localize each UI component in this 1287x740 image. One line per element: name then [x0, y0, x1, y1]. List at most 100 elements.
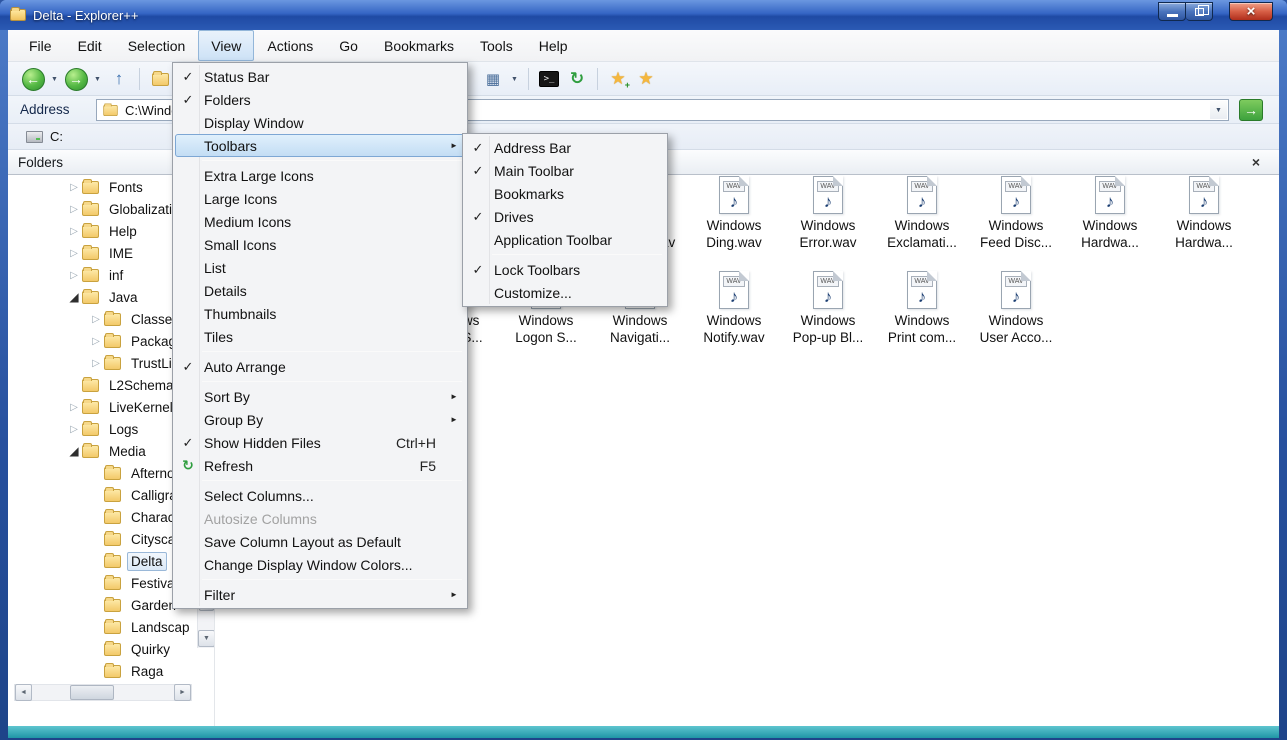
menu-item-address-bar[interactable]: ✓Address Bar: [465, 136, 665, 159]
file-item-windows-feed-disc[interactable]: WAV♪WindowsFeed Disc...: [969, 176, 1063, 251]
file-item-windows-pop-up-bl[interactable]: WAV♪WindowsPop-up Bl...: [781, 271, 875, 346]
menubar-item-go[interactable]: Go: [326, 30, 371, 61]
tree-item-media[interactable]: ◢Media: [8, 440, 198, 462]
folders-toggle-button[interactable]: [147, 65, 173, 93]
back-dropdown[interactable]: ▼: [48, 65, 61, 93]
menu-item-details[interactable]: Details: [175, 279, 465, 302]
menu-item-group-by[interactable]: Group By►: [175, 408, 465, 431]
tab-close-button[interactable]: ×: [1247, 153, 1265, 171]
go-button[interactable]: →: [1239, 99, 1263, 121]
menu-item-large-icons[interactable]: Large Icons: [175, 187, 465, 210]
tree-item-trustlib[interactable]: ▷TrustLib: [8, 352, 198, 374]
collapsed-arrow-icon[interactable]: ▷: [66, 402, 82, 413]
forward-dropdown[interactable]: ▼: [91, 65, 104, 93]
command-prompt-button[interactable]: >_: [536, 65, 562, 93]
horizontal-scroll-thumb[interactable]: [70, 685, 114, 700]
menu-item-medium-icons[interactable]: Medium Icons: [175, 210, 465, 233]
tree-item-landscap[interactable]: Landscap: [8, 616, 198, 638]
scroll-left-button[interactable]: ◄: [15, 684, 32, 701]
file-item-windows-ding-wav[interactable]: WAV♪WindowsDing.wav: [687, 176, 781, 251]
tree-item-festiva[interactable]: Festiva: [8, 572, 198, 594]
menu-item-drives[interactable]: ✓Drives: [465, 205, 665, 228]
collapsed-arrow-icon[interactable]: ▷: [66, 248, 82, 259]
tree-item-delta[interactable]: Delta: [8, 550, 198, 572]
tree-item-globalizati[interactable]: ▷Globalizati: [8, 198, 198, 220]
tree-item-inf[interactable]: ▷inf: [8, 264, 198, 286]
collapsed-arrow-icon[interactable]: ▷: [88, 336, 104, 347]
menu-item-folders[interactable]: ✓Folders: [175, 88, 465, 111]
menu-item-bookmarks[interactable]: Bookmarks: [465, 182, 665, 205]
menu-item-change-display-window-colors[interactable]: Change Display Window Colors...: [175, 553, 465, 576]
tree-item-charact[interactable]: Charact: [8, 506, 198, 528]
collapsed-arrow-icon[interactable]: ▷: [66, 204, 82, 215]
tree-item-calligra[interactable]: Calligra: [8, 484, 198, 506]
views-dropdown[interactable]: ▼: [508, 65, 521, 93]
refresh-button[interactable]: ↻: [564, 65, 590, 93]
up-button[interactable]: ↑: [106, 65, 132, 93]
back-button[interactable]: ←: [20, 65, 46, 93]
menu-item-small-icons[interactable]: Small Icons: [175, 233, 465, 256]
menu-item-save-column-layout-as-default[interactable]: Save Column Layout as Default: [175, 530, 465, 553]
file-item-windows-hardwa[interactable]: WAV♪WindowsHardwa...: [1157, 176, 1251, 251]
minimize-button[interactable]: [1158, 2, 1186, 21]
collapsed-arrow-icon[interactable]: ▷: [66, 270, 82, 281]
tree-item-quirky[interactable]: Quirky: [8, 638, 198, 660]
bookmarks-button[interactable]: ★: [633, 65, 659, 93]
drive-button-c[interactable]: C:: [20, 127, 69, 146]
menu-item-tiles[interactable]: Tiles: [175, 325, 465, 348]
menu-item-application-toolbar[interactable]: Application Toolbar: [465, 228, 665, 251]
menu-item-extra-large-icons[interactable]: Extra Large Icons: [175, 164, 465, 187]
tree-item-logs[interactable]: ▷Logs: [8, 418, 198, 440]
menu-item-select-columns[interactable]: Select Columns...: [175, 484, 465, 507]
menu-item-list[interactable]: List: [175, 256, 465, 279]
forward-button[interactable]: →: [63, 65, 89, 93]
tree-item-garden[interactable]: Garden: [8, 594, 198, 616]
expanded-arrow-icon[interactable]: ◢: [66, 290, 82, 304]
menu-item-show-hidden-files[interactable]: ✓Show Hidden FilesCtrl+H: [175, 431, 465, 454]
collapsed-arrow-icon[interactable]: ▷: [66, 182, 82, 193]
file-item-windows-exclamati[interactable]: WAV♪WindowsExclamati...: [875, 176, 969, 251]
expanded-arrow-icon[interactable]: ◢: [66, 444, 82, 458]
add-bookmark-button[interactable]: ★+: [605, 65, 631, 93]
scroll-right-button[interactable]: ►: [174, 684, 191, 701]
menubar-item-actions[interactable]: Actions: [254, 30, 326, 61]
menu-item-sort-by[interactable]: Sort By►: [175, 385, 465, 408]
menubar-item-bookmarks[interactable]: Bookmarks: [371, 30, 467, 61]
file-item-windows-hardwa[interactable]: WAV♪WindowsHardwa...: [1063, 176, 1157, 251]
tree-item-raga[interactable]: Raga: [8, 660, 198, 682]
close-button[interactable]: ×: [1229, 2, 1273, 21]
menu-item-toolbars[interactable]: Toolbars►: [175, 134, 465, 157]
file-item-windows-error-wav[interactable]: WAV♪WindowsError.wav: [781, 176, 875, 251]
menubar-item-file[interactable]: File: [16, 30, 65, 61]
collapsed-arrow-icon[interactable]: ▷: [66, 226, 82, 237]
file-item-windows-notify-wav[interactable]: WAV♪WindowsNotify.wav: [687, 271, 781, 346]
tree-item-java[interactable]: ◢Java: [8, 286, 198, 308]
file-item-windows-print-com[interactable]: WAV♪WindowsPrint com...: [875, 271, 969, 346]
tree-item-ime[interactable]: ▷IME: [8, 242, 198, 264]
views-button[interactable]: ▦: [480, 65, 506, 93]
menubar-item-tools[interactable]: Tools: [467, 30, 526, 61]
menubar-item-edit[interactable]: Edit: [65, 30, 115, 61]
menu-item-refresh[interactable]: ↻RefreshF5: [175, 454, 465, 477]
menu-item-status-bar[interactable]: ✓Status Bar: [175, 65, 465, 88]
tree-item-fonts[interactable]: ▷Fonts: [8, 176, 198, 198]
restore-button[interactable]: [1186, 2, 1213, 21]
tree-item-packag[interactable]: ▷Packag: [8, 330, 198, 352]
menu-item-filter[interactable]: Filter►: [175, 583, 465, 606]
collapsed-arrow-icon[interactable]: ▷: [88, 358, 104, 369]
tree-item-classes[interactable]: ▷Classes: [8, 308, 198, 330]
menu-item-main-toolbar[interactable]: ✓Main Toolbar: [465, 159, 665, 182]
horizontal-scroll-track[interactable]: [32, 685, 174, 700]
menu-item-customize[interactable]: Customize...: [465, 281, 665, 304]
menubar-item-view[interactable]: View: [198, 30, 254, 61]
menubar-item-help[interactable]: Help: [526, 30, 581, 61]
menu-item-auto-arrange[interactable]: ✓Auto Arrange: [175, 355, 465, 378]
menubar-item-selection[interactable]: Selection: [115, 30, 199, 61]
menu-item-display-window[interactable]: Display Window: [175, 111, 465, 134]
collapsed-arrow-icon[interactable]: ▷: [88, 314, 104, 325]
collapsed-arrow-icon[interactable]: ▷: [66, 424, 82, 435]
menu-item-lock-toolbars[interactable]: ✓Lock Toolbars: [465, 258, 665, 281]
address-dropdown[interactable]: ▼: [1210, 101, 1227, 119]
tree-item-l2schema[interactable]: L2Schema: [8, 374, 198, 396]
tree-item-citysca[interactable]: Citysca: [8, 528, 198, 550]
